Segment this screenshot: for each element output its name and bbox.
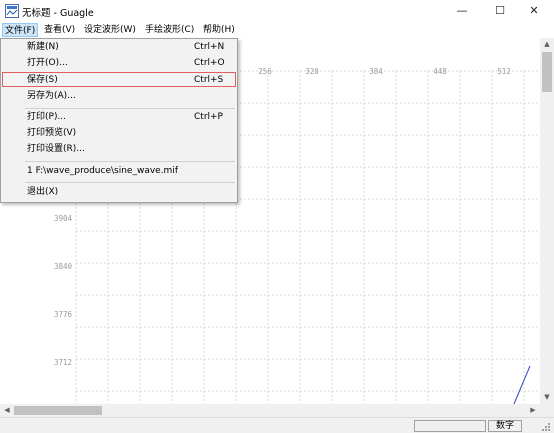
vertical-scroll-thumb[interactable] [542, 52, 552, 92]
menu-item-open[interactable]: 打开(O)... Ctrl+O [2, 56, 236, 71]
maximize-icon: ☐ [495, 4, 505, 17]
close-button[interactable]: ✕ [518, 0, 550, 22]
menu-item-new[interactable]: 新建(N) Ctrl+N [2, 40, 236, 55]
menu-item-exit-label: 退出(X) [27, 187, 59, 197]
status-numlock: 数字 [488, 420, 522, 432]
x-tick-label: 448 [433, 67, 447, 76]
menu-separator [25, 161, 235, 162]
menu-item-new-label: 新建(N) [27, 42, 59, 52]
x-tick-label: 384 [369, 67, 383, 76]
menu-item-print-shortcut: Ctrl+P [194, 112, 223, 122]
minimize-icon: — [456, 4, 468, 17]
menu-item-open-shortcut: Ctrl+O [194, 58, 225, 68]
maximize-button[interactable]: ☐ [484, 0, 516, 22]
size-grip-icon[interactable] [541, 422, 551, 432]
minimize-button[interactable]: — [446, 0, 478, 22]
menu-item-print-preview-label: 打印预览(V) [27, 128, 77, 138]
title-bar: 无标题 - Guagle — ☐ ✕ [0, 0, 554, 22]
window-title: 无标题 - Guagle [22, 8, 94, 19]
vertical-scrollbar[interactable]: ▲ ▼ [540, 38, 554, 404]
menu-item-print[interactable]: 打印(P)... Ctrl+P [2, 110, 236, 125]
menu-item-print-setup-label: 打印设置(R)... [27, 144, 85, 154]
app-icon [5, 4, 19, 18]
menu-item-exit[interactable]: 退出(X) [2, 185, 236, 200]
scroll-left-icon[interactable]: ◀ [2, 406, 12, 414]
y-tick-label: 3904 [54, 214, 73, 223]
x-tick-label: 256 [258, 67, 272, 76]
file-menu-dropdown: 新建(N) Ctrl+N 打开(O)... Ctrl+O 保存(S) Ctrl+… [0, 38, 238, 203]
menu-item-save-label: 保存(S) [27, 75, 58, 85]
menu-item-save-as[interactable]: 另存为(A)... [2, 89, 236, 104]
menu-item-save-shortcut: Ctrl+S [194, 75, 224, 85]
x-tick-label: 320 [305, 67, 319, 76]
menu-item-save[interactable]: 保存(S) Ctrl+S [2, 72, 236, 87]
menu-draw-waveform[interactable]: 手绘波形(C) [143, 23, 196, 37]
menu-bar: 文件(F) 查看(V) 设定波形(W) 手绘波形(C) 帮助(H) [0, 22, 554, 38]
menu-item-open-label: 打开(O)... [27, 58, 68, 68]
menu-set-waveform[interactable]: 设定波形(W) [82, 23, 138, 37]
menu-separator [25, 182, 235, 183]
x-tick-label: 512 [497, 67, 511, 76]
status-cell-empty [414, 420, 486, 432]
menu-item-print-preview[interactable]: 打印预览(V) [2, 126, 236, 141]
scroll-right-icon[interactable]: ▶ [528, 406, 538, 414]
horizontal-scroll-thumb[interactable] [14, 406, 102, 415]
waveform-trace [513, 365, 531, 404]
menu-item-recent-file-label: 1 F:\wave_produce\sine_wave.mif [27, 166, 178, 176]
menu-item-save-as-label: 另存为(A)... [27, 91, 76, 101]
status-bar: 数字 [0, 417, 554, 433]
menu-item-print-setup[interactable]: 打印设置(R)... [2, 142, 236, 157]
y-tick-label: 3776 [54, 310, 73, 319]
menu-help[interactable]: 帮助(H) [201, 23, 237, 37]
horizontal-scrollbar[interactable]: ◀ ▶ [0, 404, 540, 417]
menu-item-new-shortcut: Ctrl+N [194, 42, 225, 52]
scroll-down-icon[interactable]: ▼ [540, 393, 554, 401]
menu-separator [25, 108, 235, 109]
menu-item-print-label: 打印(P)... [27, 112, 67, 122]
scrollbar-corner [540, 404, 554, 417]
close-icon: ✕ [529, 4, 539, 17]
y-tick-label: 3712 [54, 358, 72, 367]
menu-item-recent-file[interactable]: 1 F:\wave_produce\sine_wave.mif [2, 164, 236, 179]
menu-file[interactable]: 文件(F) [2, 23, 39, 37]
y-tick-label: 3840 [54, 262, 73, 271]
scroll-up-icon[interactable]: ▲ [540, 40, 554, 48]
menu-view[interactable]: 查看(V) [42, 23, 77, 37]
